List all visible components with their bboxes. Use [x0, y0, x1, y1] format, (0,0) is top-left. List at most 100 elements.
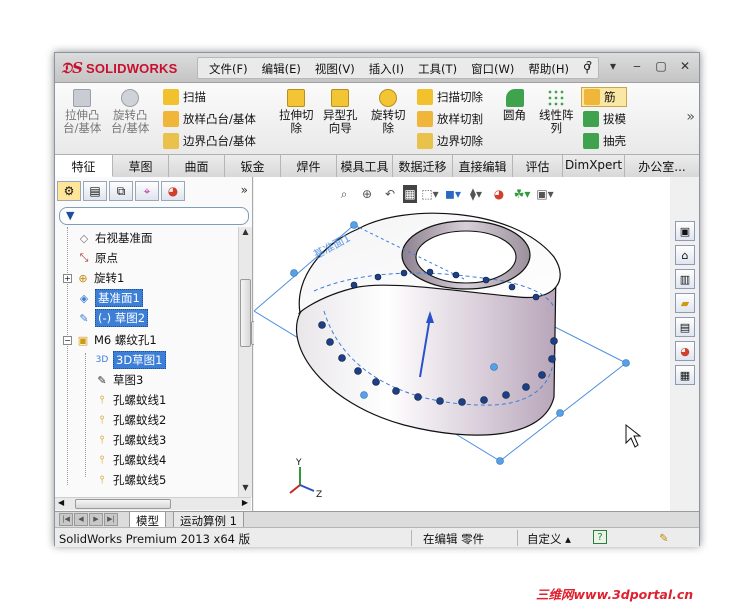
tab-sheet-metal[interactable]: 钣金: [225, 155, 281, 177]
tree-item-3d-sketch1[interactable]: 3D 3D草图1: [95, 351, 166, 369]
design-library-icon[interactable]: ▥: [675, 269, 695, 289]
tree-item-origin[interactable]: ⤡ 原点: [77, 249, 118, 267]
tree-item-thread5[interactable]: ⫯ 孔螺蚊线5: [95, 471, 167, 489]
command-manager-ribbon: 拉伸凸 台/基体 旋转凸 台/基体 扫描 放样凸台/基体 边界凸台/基体 拉伸切…: [55, 83, 699, 155]
ds-logo-icon: 𝔇S: [61, 59, 83, 77]
tab-motion-study[interactable]: 运动算例 1: [173, 512, 244, 528]
tree-item-sketch3[interactable]: ✎ 草图3: [95, 371, 143, 389]
status-tag-icon[interactable]: ✎: [659, 531, 669, 545]
dropdown-icon[interactable]: ▾: [605, 59, 621, 73]
file-explorer-icon[interactable]: ▰: [675, 293, 695, 313]
menu-file[interactable]: 文件(F): [202, 58, 255, 78]
display-manager-tab-icon[interactable]: ◕: [161, 181, 185, 201]
first-tab-icon[interactable]: |◀: [59, 513, 73, 526]
tree-item-thread1[interactable]: ⫯ 孔螺蚊线1: [95, 391, 167, 409]
menu-view[interactable]: 视图(V): [308, 58, 362, 78]
command-tabs: 特征 草图 曲面 钣金 焊件 模具工具 数据迁移 直接编辑 评估 DimXper…: [55, 155, 699, 177]
hole-wizard-button[interactable]: 异型孔 向导: [323, 89, 358, 135]
tree-item-plane1[interactable]: ◈ 基准面1: [77, 289, 143, 307]
tab-evaluate[interactable]: 评估: [513, 155, 563, 177]
graphics-viewport[interactable]: ⌕ ⊕ ↶ ▦ ⬚▾ ◼▾ ⧫▾ ◕ ☘▾ ▣▾ 基准面1 Y Z: [254, 177, 670, 511]
panel-more-icon[interactable]: »: [241, 183, 248, 197]
close-icon[interactable]: ✕: [677, 59, 693, 73]
status-custom-units[interactable]: 自定义 ▴: [527, 531, 571, 547]
tree-item-revolve1[interactable]: + ⊕ 旋转1: [63, 269, 124, 287]
ribbon-more-icon[interactable]: »: [686, 109, 695, 125]
tree-item-m6-thread-hole1[interactable]: − ▣ M6 螺纹孔1: [63, 331, 157, 349]
revolve-cut-button[interactable]: 旋转切 除: [371, 89, 406, 135]
sweep-cut-button[interactable]: 扫描切除: [417, 87, 483, 107]
tab-weldments[interactable]: 焊件: [281, 155, 337, 177]
appearances-icon[interactable]: ◕: [675, 341, 695, 361]
rib-icon: [584, 89, 600, 105]
scroll-up-icon[interactable]: ▲: [239, 227, 252, 241]
boundary-cut-button[interactable]: 边界切除: [417, 131, 483, 151]
next-tab-icon[interactable]: ▶: [89, 513, 103, 526]
expand-icon[interactable]: +: [63, 273, 72, 283]
scroll-thumb[interactable]: [240, 279, 251, 347]
part-model-graphic[interactable]: 基准面1 Y Z: [254, 177, 670, 511]
tab-dimxpert[interactable]: DimXpert: [563, 155, 625, 177]
tree-item-right-plane[interactable]: ◇ 右视基准面: [77, 229, 153, 247]
tab-surfaces[interactable]: 曲面: [169, 155, 225, 177]
shell-button[interactable]: 抽壳: [583, 131, 626, 151]
thread-icon: ⫯: [99, 473, 105, 486]
tree-item-thread4[interactable]: ⫯ 孔螺蚊线4: [95, 451, 167, 469]
status-help-icon[interactable]: ?: [593, 530, 607, 544]
loft-boss-button[interactable]: 放样凸台/基体: [163, 109, 256, 129]
window-controls: ? ▾ ‒ ▢ ✕: [581, 59, 693, 73]
collapse-icon[interactable]: −: [63, 335, 72, 345]
sweep-button[interactable]: 扫描: [163, 87, 206, 107]
tree-filter-input[interactable]: ▼: [59, 207, 249, 225]
tab-features[interactable]: 特征: [55, 155, 113, 177]
tab-direct-editing[interactable]: 直接编辑: [453, 155, 513, 177]
extrude-cut-button[interactable]: 拉伸切 除: [279, 89, 314, 135]
origin-icon: ⤡: [79, 251, 89, 264]
scroll-right-icon[interactable]: ▶: [242, 498, 248, 507]
dimxpert-manager-tab-icon[interactable]: ⌖: [135, 181, 159, 201]
draft-button[interactable]: 拔模: [583, 109, 626, 129]
tree-item-thread3[interactable]: ⫯ 孔螺蚊线3: [95, 431, 167, 449]
hscroll-thumb[interactable]: [75, 499, 171, 509]
property-manager-tab-icon[interactable]: ▤: [83, 181, 107, 201]
rib-button[interactable]: 筋: [581, 87, 627, 107]
sweep-icon: [163, 89, 179, 105]
fillet-button[interactable]: 圆角: [503, 89, 526, 122]
restore-icon[interactable]: ▢: [653, 59, 669, 73]
menu-insert[interactable]: 插入(I): [362, 58, 411, 78]
menu-edit[interactable]: 编辑(E): [255, 58, 308, 78]
status-edit-mode: 在编辑 零件: [423, 532, 485, 546]
linear-pattern-button[interactable]: 线性阵 列: [539, 89, 574, 135]
status-bar: SolidWorks Premium 2013 x64 版 在编辑 零件 自定义…: [55, 527, 699, 547]
boundary-boss-button[interactable]: 边界凸台/基体: [163, 131, 256, 151]
menu-help[interactable]: 帮助(H): [521, 58, 576, 78]
tab-navigation: |◀ ◀ ▶ ▶|: [59, 513, 118, 526]
prev-tab-icon[interactable]: ◀: [74, 513, 88, 526]
feature-manager-tab-icon[interactable]: ⚙: [57, 181, 81, 201]
loft-cut-button[interactable]: 放样切割: [417, 109, 483, 129]
scroll-down-icon[interactable]: ▼: [239, 483, 252, 497]
configuration-manager-tab-icon[interactable]: ⧉: [109, 181, 133, 201]
tab-data-migration[interactable]: 数据迁移: [393, 155, 453, 177]
tree-horizontal-scrollbar[interactable]: ◀ ▶: [55, 497, 251, 510]
help-icon[interactable]: ?: [581, 59, 597, 73]
scroll-left-icon[interactable]: ◀: [58, 498, 64, 507]
view-palette-icon[interactable]: ▤: [675, 317, 695, 337]
solidworks-resources-icon[interactable]: ▣: [675, 221, 695, 241]
tree-item-sketch2[interactable]: ✎ (-) 草图2: [77, 309, 149, 327]
minimize-icon[interactable]: ‒: [629, 59, 645, 73]
menu-window[interactable]: 窗口(W): [464, 58, 521, 78]
menu-tools[interactable]: 工具(T): [411, 58, 464, 78]
extrude-boss-button[interactable]: 拉伸凸 台/基体: [63, 89, 101, 135]
last-tab-icon[interactable]: ▶|: [104, 513, 118, 526]
tab-office[interactable]: 办公室...: [625, 155, 699, 177]
reference-triad: Y Z: [289, 458, 322, 500]
custom-properties-icon[interactable]: ▦: [675, 365, 695, 385]
tab-mold-tools[interactable]: 模具工具: [337, 155, 393, 177]
tab-model[interactable]: 模型: [129, 512, 166, 528]
tree-vertical-scrollbar[interactable]: ▲ ▼: [238, 227, 252, 497]
home-icon[interactable]: ⌂: [675, 245, 695, 265]
tree-item-thread2[interactable]: ⫯ 孔螺蚊线2: [95, 411, 167, 429]
revolve-boss-button[interactable]: 旋转凸 台/基体: [111, 89, 149, 135]
tab-sketch[interactable]: 草图: [113, 155, 169, 177]
